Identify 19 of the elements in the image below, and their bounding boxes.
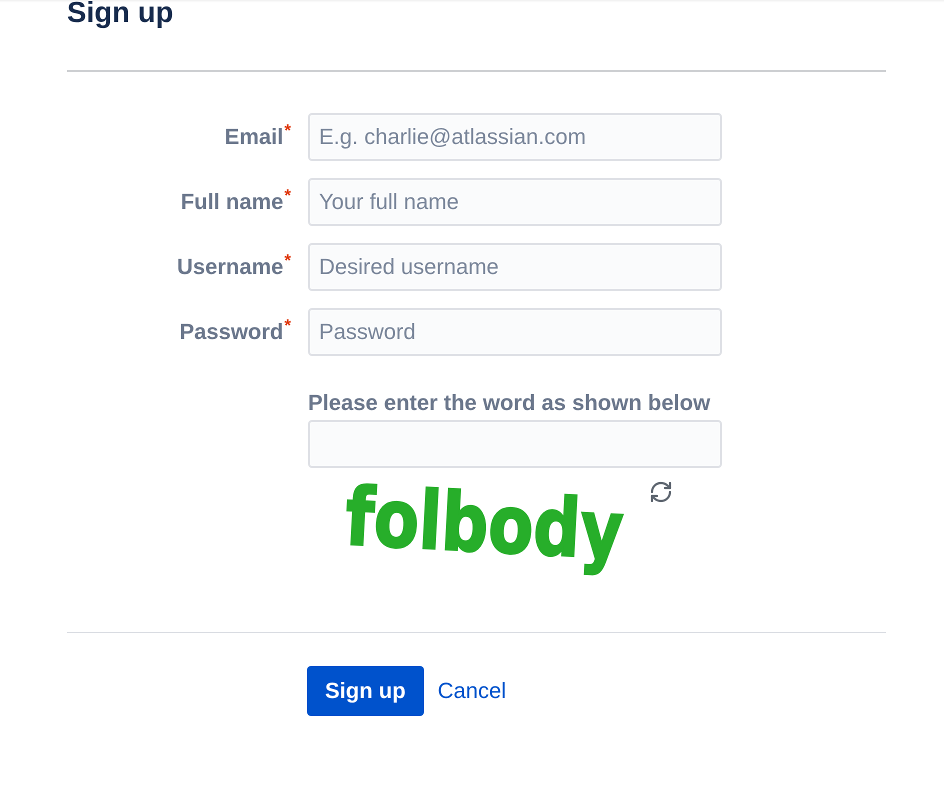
input-field[interactable]: Your full name (308, 178, 722, 226)
field-label: Username (176, 254, 284, 280)
input-field[interactable]: Desired username (308, 243, 722, 291)
required-marker: * (284, 187, 291, 204)
field-label: Email (224, 124, 284, 150)
required-marker: * (284, 317, 291, 334)
field-label: Full name (180, 189, 284, 215)
refresh-icon[interactable] (648, 480, 673, 504)
submit-button[interactable]: Sign up (307, 666, 424, 716)
captcha-word: folbody (342, 470, 627, 579)
field-label: Password (179, 319, 284, 345)
captcha-label: Please enter the word as shown below (308, 390, 710, 416)
page-title: Sign up (67, 0, 174, 28)
required-marker: * (284, 252, 291, 269)
captcha-field[interactable] (308, 420, 722, 468)
input-field[interactable]: E.g. charlie@atlassian.com (308, 113, 722, 161)
input-field[interactable]: Password (308, 308, 722, 356)
required-marker: * (284, 122, 291, 139)
cancel-link[interactable]: Cancel (438, 678, 506, 704)
